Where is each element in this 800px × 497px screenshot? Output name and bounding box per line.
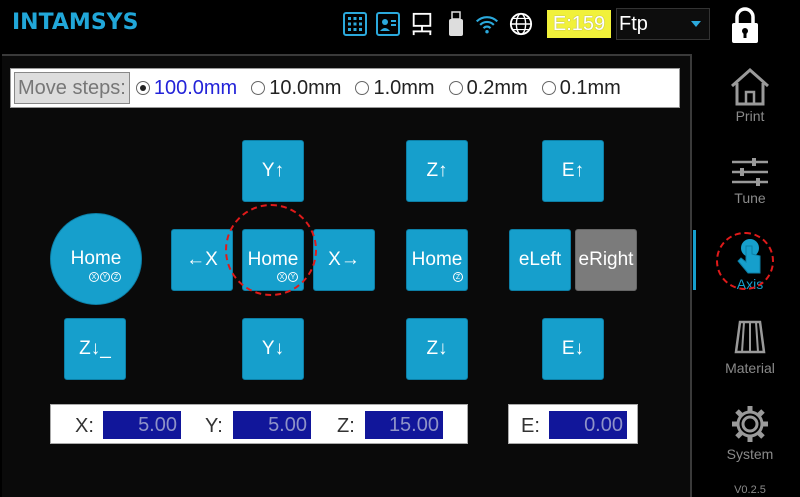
chevron-down-icon [691,21,701,27]
sidebar-item-material[interactable]: Material [700,316,800,376]
home-all-button[interactable]: Home XYZ [50,213,142,305]
move-steps-bar: Move steps: 100.0mm 10.0mm 1.0mm 0.2mm 0… [10,68,680,108]
x-label: X: [75,415,94,437]
axis-indicator-xyz: XYZ [89,272,121,282]
lock-icon[interactable] [728,6,762,44]
step-option-0-2mm[interactable]: 0.2mm [448,76,528,100]
filament-spool-icon [734,320,766,354]
axis-badge: X [89,272,99,282]
step-option-label: 0.1mm [559,76,621,99]
x-right-button[interactable]: X→ [313,229,375,291]
move-steps-label: Move steps: [14,72,130,104]
x-value: 5.00 [103,411,181,439]
mode-select-value: Ftp [619,12,648,35]
y-label: Y: [205,415,223,437]
axis-badge: Z [453,272,463,282]
extruder-temp-badge: E:159 [547,10,611,38]
home-icon [731,67,769,106]
radio-icon [541,81,556,95]
radio-icon [355,81,370,95]
radio-icon [251,81,266,95]
y-down-button[interactable]: Y↓ [242,318,304,380]
step-option-label: 0.2mm [466,76,528,99]
e-left-button[interactable]: eLeft [509,229,571,291]
step-option-label: 1.0mm [373,76,435,99]
home-z-button[interactable]: Home Z [406,229,468,291]
sidebar-item-tune[interactable]: Tune [700,154,800,206]
axis-indicator-z: Z [453,272,463,282]
position-readout: X: 5.00 Y: 5.00 Z: 15.00 [50,404,468,444]
z-label: Z: [337,415,355,437]
z-down-button[interactable]: Z↓ [406,318,468,380]
step-option-100mm[interactable]: 100.0mm [135,76,238,100]
step-option-1mm[interactable]: 1.0mm [355,76,435,100]
highlight-annotation [225,204,317,296]
step-option-0-1mm[interactable]: 0.1mm [541,76,621,100]
e-label: E: [521,415,540,437]
axis-badge: Z [111,272,121,282]
sidebar-item-system[interactable]: System [700,402,800,462]
keypad-icon[interactable] [343,12,367,36]
user-card-icon[interactable] [376,12,400,36]
sidebar-item-print[interactable]: Print [700,66,800,124]
sidebar-item-label: System [726,446,774,462]
home-all-label: Home [70,248,122,269]
sidebar-item-label: Tune [734,190,766,206]
sidebar-item-label: Material [725,360,775,376]
radio-selected-icon [135,81,150,95]
e-value: 0.00 [549,411,627,439]
step-option-label: 100.0mm [153,76,238,99]
e-right-button[interactable]: eRight [575,229,637,291]
home-z-label: Home [411,249,463,270]
radio-icon [448,81,463,95]
z-up-button[interactable]: Z↑ [406,140,468,202]
highlight-annotation [716,232,774,290]
sidebar-item-label: Print [735,108,765,124]
step-option-10mm[interactable]: 10.0mm [251,77,341,100]
network-lan-icon [410,12,434,36]
e-down-button[interactable]: E↓ [542,318,604,380]
version-text: V0.2.5 [734,484,766,496]
axis-badge: Y [100,272,110,282]
x-left-button[interactable]: ←X [171,229,233,291]
sliders-icon [732,158,768,186]
y-value: 5.00 [233,411,311,439]
y-up-button[interactable]: Y↑ [242,140,304,202]
z-value: 15.00 [365,411,443,439]
z-down-left-button[interactable]: Z↓_ [64,318,126,380]
usb-drive-icon [444,11,468,36]
sidebar: Print Tune Axis Material System V0.2.5 [700,54,800,497]
gear-icon [732,406,768,442]
step-option-label: 10.0mm [269,76,342,99]
extruder-readout: E: 0.00 [508,404,638,444]
globe-icon [509,12,533,36]
brand-logo: INTAMSYS [12,10,139,35]
e-up-button[interactable]: E↑ [542,140,604,202]
mode-select[interactable]: Ftp [616,8,710,40]
sidebar-active-indicator [693,230,696,290]
wifi-icon [475,12,499,36]
